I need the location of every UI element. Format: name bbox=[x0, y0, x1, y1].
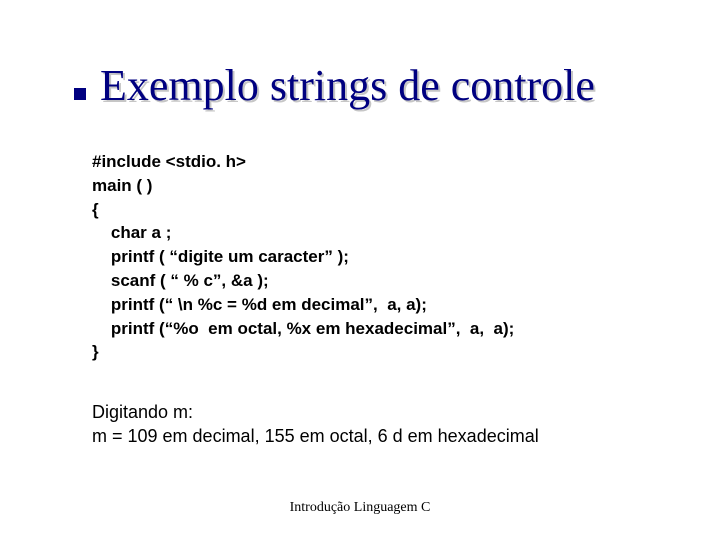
code-line: printf (“%o em octal, %x em hexadecimal”… bbox=[92, 319, 514, 338]
slide-title-text: Exemplo strings de controle bbox=[100, 61, 595, 110]
slide-title: Exemplo strings de controle Exemplo stri… bbox=[100, 60, 595, 111]
slide-footer: Introdução Linguagem C bbox=[0, 500, 720, 516]
code-line: printf ( “digite um caracter” ); bbox=[92, 247, 349, 266]
slide: Exemplo strings de controle Exemplo stri… bbox=[0, 0, 720, 540]
title-bullet-icon bbox=[74, 88, 86, 100]
result-block: Digitando m: m = 109 em decimal, 155 em … bbox=[92, 400, 670, 449]
code-line: scanf ( “ % c”, &a ); bbox=[92, 271, 269, 290]
result-line: m = 109 em decimal, 155 em octal, 6 d em… bbox=[92, 424, 670, 448]
code-line: printf (“ \n %c = %d em decimal”, a, a); bbox=[92, 295, 427, 314]
code-line: } bbox=[92, 342, 99, 361]
code-line: #include <stdio. h> bbox=[92, 152, 246, 171]
code-line: main ( ) bbox=[92, 176, 152, 195]
result-line: Digitando m: bbox=[92, 400, 670, 424]
code-line: { bbox=[92, 200, 99, 219]
slide-title-wrap: Exemplo strings de controle Exemplo stri… bbox=[100, 60, 680, 111]
code-line: char a ; bbox=[92, 223, 171, 242]
code-block: #include <stdio. h> main ( ) { char a ; … bbox=[92, 150, 660, 364]
